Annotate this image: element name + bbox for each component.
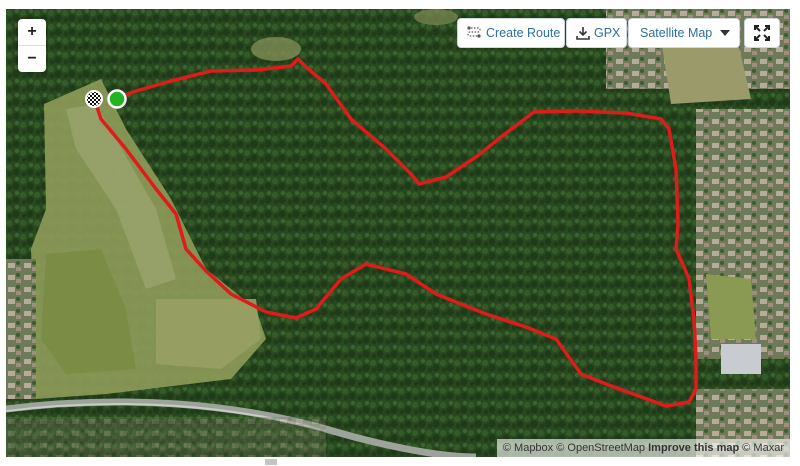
attribution-maxar-link[interactable]: © Maxar: [742, 442, 784, 454]
gpx-download-button[interactable]: GPX: [566, 18, 627, 48]
download-icon: [576, 27, 590, 40]
route-icon: [467, 26, 481, 38]
route-track: [94, 57, 698, 408]
caret-down-icon: [720, 30, 731, 36]
expand-icon: [754, 25, 770, 41]
zoom-control: + −: [18, 19, 46, 72]
fullscreen-button[interactable]: [744, 18, 780, 48]
grip-icon: [265, 459, 277, 465]
map-type-dropdown[interactable]: Satellite Map: [628, 18, 740, 48]
zoom-out-button[interactable]: −: [18, 45, 46, 72]
map-type-label: Satellite Map: [640, 26, 713, 40]
attribution-osm-link[interactable]: © OpenStreetMap: [556, 442, 645, 454]
map-attribution: © Mapbox © OpenStreetMap Improve this ma…: [496, 439, 790, 457]
resize-handle[interactable]: [0, 457, 800, 466]
start-marker-icon[interactable]: [106, 88, 128, 110]
create-route-label: Create Route: [486, 26, 561, 40]
create-route-button[interactable]: Create Route: [457, 18, 565, 48]
gpx-label: GPX: [594, 26, 621, 40]
map-view[interactable]: + − Create Route GPX Satellite Map © Map…: [6, 9, 790, 457]
zoom-in-button[interactable]: +: [18, 19, 46, 45]
improve-map-link[interactable]: Improve this map: [648, 442, 739, 454]
finish-marker-icon[interactable]: [84, 89, 104, 109]
attribution-mapbox-link[interactable]: © Mapbox: [503, 442, 553, 454]
